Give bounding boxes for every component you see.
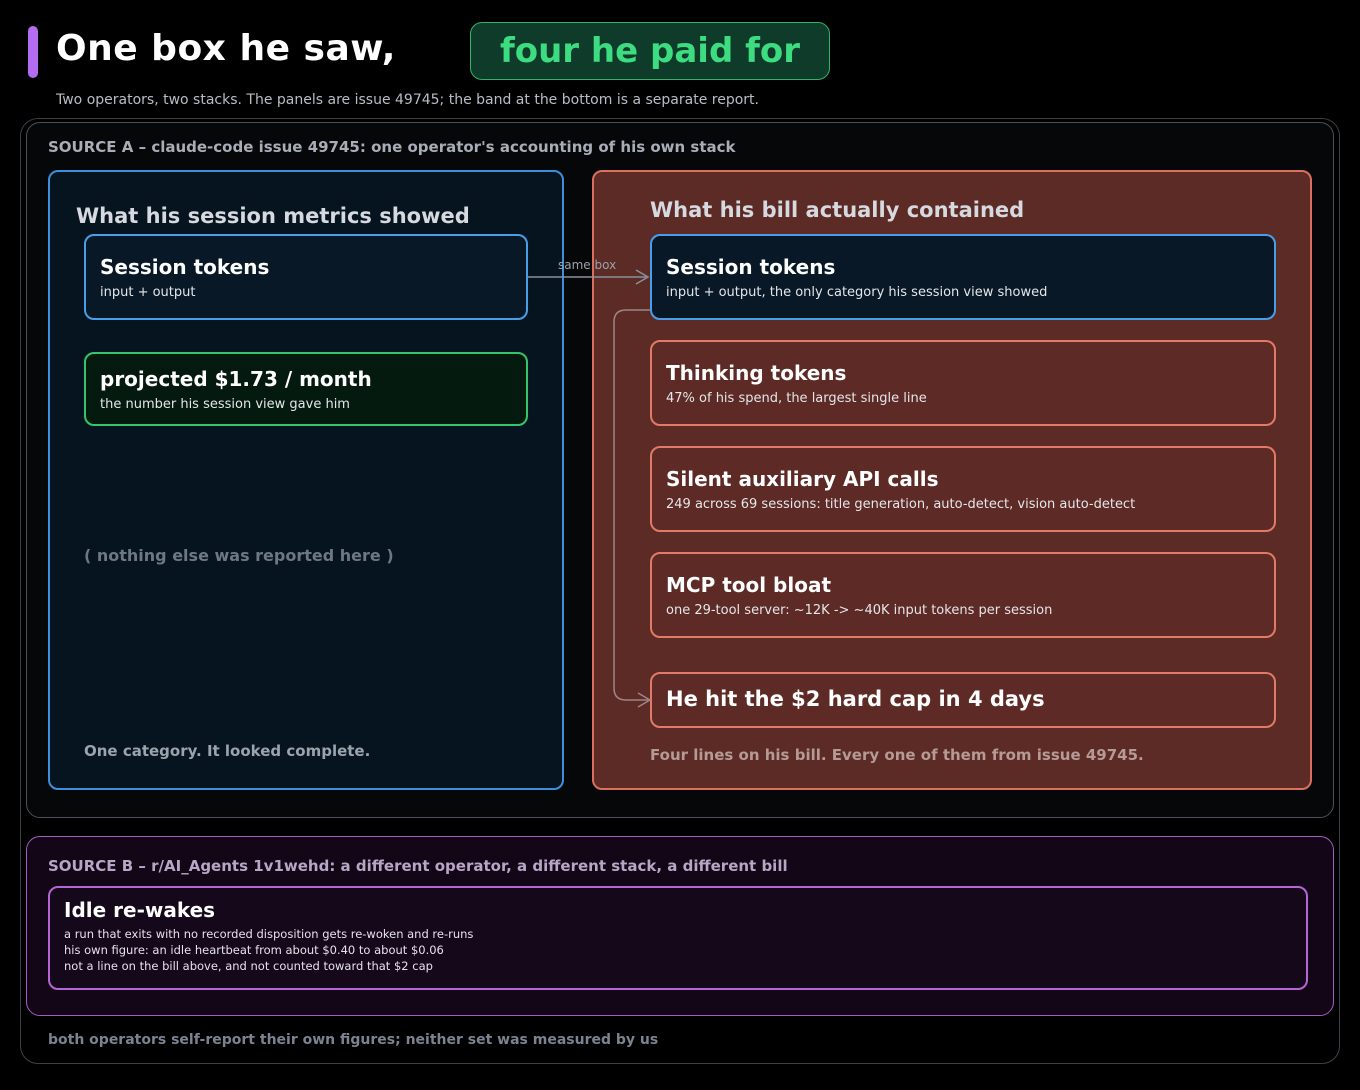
idle-rewakes-line: his own figure: an idle heartbeat from a…: [64, 943, 444, 957]
same-box-arrow: [528, 269, 650, 285]
idle-rewakes-line: a run that exits with no recorded dispos…: [64, 927, 474, 941]
idle-rewakes-title: Idle re-wakes: [64, 898, 216, 922]
footnote: both operators self-report their own fig…: [48, 1032, 659, 1048]
idle-rewakes-line: not a line on the bill above, and not co…: [64, 959, 433, 973]
idle-rewakes-lines: a run that exits with no recorded dispos…: [64, 926, 1292, 974]
same-box-label: same box: [558, 258, 617, 272]
idle-rewakes-card: Idle re-wakes a run that exits with no r…: [48, 886, 1308, 990]
source-b-label: SOURCE B – r/AI_Agents 1v1wehd: a differ…: [48, 857, 788, 875]
cap-bracket-arrow: [613, 309, 652, 708]
